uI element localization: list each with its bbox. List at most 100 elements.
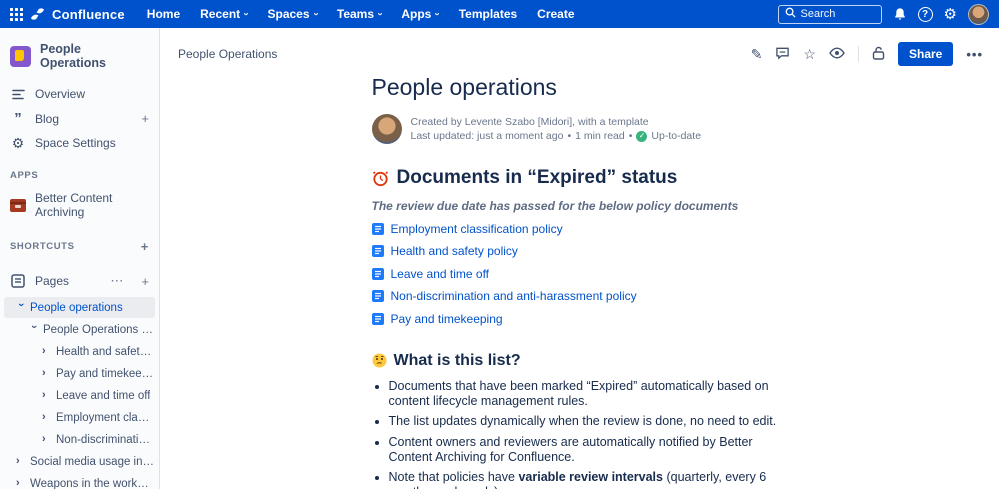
sidebar-item-space-settings[interactable]: ⚙ Space Settings <box>0 131 159 155</box>
breadcrumb[interactable]: People Operations <box>178 47 277 61</box>
nav-create[interactable]: Create <box>527 0 584 28</box>
space-sidebar: People Operations Overview ” Blog + ⚙ Sp… <box>0 28 160 489</box>
tree-item-leave-and-time-off[interactable]: › Leave and time off <box>4 385 155 406</box>
add-blog-icon[interactable]: + <box>141 111 149 126</box>
chevron-down-icon[interactable]: › <box>28 325 39 334</box>
doc-link[interactable]: Pay and timekeeping <box>372 312 788 326</box>
chevron-down-icon: › <box>432 12 442 15</box>
space-header[interactable]: People Operations <box>0 40 159 82</box>
sidebar-item-label: Overview <box>35 87 85 101</box>
tree-item-non-discrimination[interactable]: › Non-discrimination and... <box>4 429 155 450</box>
page-actions: ✎ ☆ Share ••• <box>751 42 983 66</box>
chevron-right-icon[interactable]: › <box>16 478 25 489</box>
page-doc-icon <box>372 245 384 257</box>
doc-link[interactable]: Employment classification policy <box>372 222 788 236</box>
what-is-this-list-bullets: Documents that have been marked “Expired… <box>372 379 788 489</box>
tree-item-social-media-usage[interactable]: › Social media usage in the office <box>4 451 155 472</box>
main-content: People Operations ✎ ☆ Share ••• People o… <box>160 28 999 489</box>
section-heading-expired: Documents in “Expired” status <box>372 167 788 189</box>
topbar-left: Confluence <box>10 7 137 22</box>
bullet-item: Note that policies have variable review … <box>389 470 788 489</box>
apps-section-label: APPS <box>0 155 159 186</box>
pages-more-icon[interactable]: ⋯ <box>110 273 124 289</box>
page-doc-icon <box>372 290 384 302</box>
tree-item-employment-classification[interactable]: › Employment classificati... <box>4 407 155 428</box>
thinking-face-emoji <box>372 353 387 368</box>
page-doc-icon <box>372 268 384 280</box>
product-name[interactable]: Confluence <box>52 7 125 22</box>
chevron-down-icon[interactable]: › <box>15 303 26 312</box>
chevron-right-icon[interactable]: › <box>42 434 51 445</box>
byline-dot: • <box>629 129 633 143</box>
page-doc-icon <box>372 313 384 325</box>
chevron-right-icon[interactable]: › <box>42 412 51 423</box>
sidebar-item-label: Better Content Archiving <box>35 191 149 219</box>
blog-quote-icon: ” <box>10 114 26 124</box>
edit-icon[interactable]: ✎ <box>751 47 763 61</box>
search-box[interactable] <box>778 5 882 24</box>
tree-item-health-and-safety-policy[interactable]: › Health and safety policy <box>4 341 155 362</box>
nav-apps[interactable]: Apps› <box>391 0 448 28</box>
nav-home[interactable]: Home <box>137 0 190 28</box>
author-avatar[interactable] <box>372 114 402 144</box>
doc-link[interactable]: Non-discrimination and anti-harassment p… <box>372 289 788 303</box>
sidebar-item-overview[interactable]: Overview <box>0 82 159 106</box>
up-to-date-check-icon: ✓ <box>636 131 647 142</box>
pages-icon <box>10 274 26 288</box>
byline: Created by Levente Szabo [Midori], with … <box>372 114 788 144</box>
chevron-right-icon[interactable]: › <box>42 368 51 379</box>
chevron-right-icon[interactable]: › <box>42 346 51 357</box>
byline-text: Created by Levente Szabo [Midori], with … <box>411 115 702 143</box>
page-layout: People Operations Overview ” Blog + ⚙ Sp… <box>0 28 999 489</box>
notifications-bell-icon[interactable] <box>893 7 907 21</box>
search-input[interactable] <box>801 8 875 20</box>
byline-updated[interactable]: Last updated: just a moment ago <box>411 129 564 143</box>
tree-item-people-operations[interactable]: › People operations <box>4 297 155 318</box>
doc-link[interactable]: Leave and time off <box>372 267 788 281</box>
byline-read-time: 1 min read <box>575 129 625 143</box>
tree-item-people-operations-policies[interactable]: › People Operations Policies <box>4 319 155 340</box>
chevron-right-icon[interactable]: › <box>16 456 25 467</box>
user-avatar[interactable] <box>968 4 989 25</box>
bullet-item: Content owners and reviewers are automat… <box>389 435 788 465</box>
space-settings-gear-icon: ⚙ <box>10 136 26 150</box>
overview-icon <box>10 89 26 100</box>
sidebar-item-blog[interactable]: ” Blog + <box>0 106 159 131</box>
doc-link[interactable]: Health and safety policy <box>372 244 788 258</box>
topbar-nav: Home Recent› Spaces› Teams› Apps› Templa… <box>137 0 585 28</box>
page-tree: › People operations › People Operations … <box>0 297 159 489</box>
settings-gear-icon[interactable]: ⚙ <box>944 7 957 22</box>
page-article: People operations Created by Levente Sza… <box>372 74 788 489</box>
byline-created: Created by Levente Szabo [Midori], with … <box>411 115 702 129</box>
chevron-down-icon: › <box>310 12 320 15</box>
pages-header[interactable]: Pages ⋯ + <box>0 267 159 295</box>
search-icon <box>785 5 796 23</box>
sidebar-item-better-content-archiving[interactable]: Better Content Archiving <box>0 186 159 224</box>
comment-icon[interactable] <box>775 46 790 62</box>
unlock-icon[interactable] <box>872 46 885 62</box>
sidebar-item-label: Space Settings <box>35 136 116 150</box>
content-topbar: People Operations ✎ ☆ Share ••• <box>160 28 999 72</box>
add-page-icon[interactable]: + <box>141 274 149 289</box>
page-doc-icon <box>372 223 384 235</box>
watch-eye-icon[interactable] <box>829 47 845 61</box>
app-switcher-icon[interactable] <box>10 8 23 21</box>
nav-templates[interactable]: Templates <box>449 0 527 28</box>
top-navigation-bar: Confluence Home Recent› Spaces› Teams› A… <box>0 0 999 28</box>
help-icon[interactable]: ? <box>918 7 933 22</box>
nav-recent[interactable]: Recent› <box>190 0 257 28</box>
nav-spaces[interactable]: Spaces› <box>258 0 327 28</box>
byline-status[interactable]: Up-to-date <box>651 129 701 143</box>
add-shortcut-icon[interactable]: + <box>141 239 149 254</box>
tree-item-weapons-in-the-workplace[interactable]: › Weapons in the workplace <box>4 473 155 489</box>
shortcuts-section-label: SHORTCUTS + <box>0 224 159 259</box>
tree-item-pay-and-timekeeping[interactable]: › Pay and timekeeping <box>4 363 155 384</box>
more-actions-icon[interactable]: ••• <box>966 47 983 62</box>
pages-label: Pages <box>35 274 69 288</box>
confluence-logo-icon[interactable] <box>30 7 45 21</box>
nav-teams[interactable]: Teams› <box>327 0 391 28</box>
chevron-right-icon[interactable]: › <box>42 390 51 401</box>
alarm-clock-emoji <box>372 170 389 187</box>
star-icon[interactable]: ☆ <box>803 47 816 61</box>
share-button[interactable]: Share <box>898 42 953 66</box>
